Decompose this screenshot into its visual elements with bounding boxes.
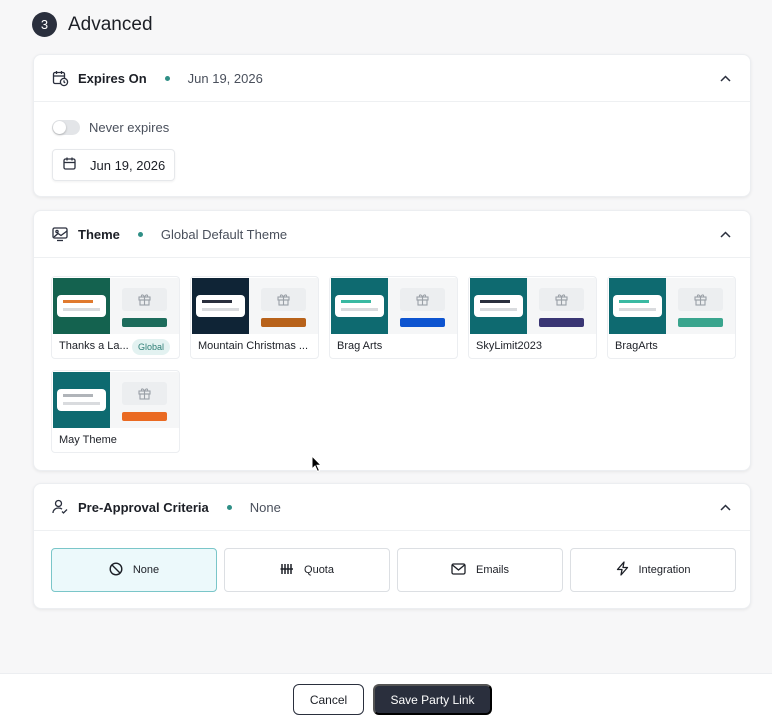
theme-mini-card xyxy=(613,295,662,317)
theme-mini-card xyxy=(57,389,106,411)
theme-background xyxy=(53,372,110,428)
theme-preview-panel xyxy=(527,278,596,334)
ban-icon xyxy=(109,561,123,579)
theme-name: BragArts xyxy=(615,340,658,352)
theme-color-swatch xyxy=(261,318,306,327)
never-expires-label: Never expires xyxy=(89,120,170,135)
chevron-up-icon[interactable] xyxy=(718,71,732,85)
theme-image-icon xyxy=(52,225,70,243)
theme-background xyxy=(609,278,666,334)
status-dot xyxy=(226,504,232,510)
theme-thumbnail xyxy=(192,278,318,334)
user-check-icon xyxy=(52,498,70,516)
theme-preview-panel xyxy=(249,278,318,334)
theme-background xyxy=(53,278,110,334)
never-expires-toggle[interactable] xyxy=(52,120,80,135)
theme-thumbnail xyxy=(331,278,457,334)
theme-option-card[interactable]: BragArts xyxy=(607,276,736,359)
criteria-header[interactable]: Pre-Approval Criteria None xyxy=(34,484,750,531)
theme-mini-card xyxy=(196,295,245,317)
theme-preview-panel xyxy=(666,278,735,334)
theme-name: SkyLimit2023 xyxy=(476,340,543,352)
theme-value: Global Default Theme xyxy=(160,226,288,242)
gift-icon xyxy=(122,288,167,311)
theme-color-swatch xyxy=(539,318,584,327)
expires-title: Expires On xyxy=(78,70,147,86)
status-dot xyxy=(164,75,170,81)
theme-background xyxy=(470,278,527,334)
save-party-link-button[interactable]: Save Party Link xyxy=(373,684,492,715)
expires-card: Expires On Jun 19, 2026 Never expires Ju… xyxy=(33,54,751,197)
theme-preview-panel xyxy=(110,372,179,428)
theme-background xyxy=(192,278,249,334)
theme-name: Thanks a La... xyxy=(59,340,129,352)
theme-background xyxy=(331,278,388,334)
theme-card: Theme Global Default Theme Thanks a La..… xyxy=(33,210,751,471)
theme-option-card[interactable]: Brag Arts xyxy=(329,276,458,359)
calendar-clock-icon xyxy=(52,69,70,87)
theme-option-card[interactable]: May Theme xyxy=(51,370,180,453)
criteria-option-emails[interactable]: Emails xyxy=(397,548,563,592)
theme-mini-card xyxy=(57,295,106,317)
theme-color-swatch xyxy=(678,318,723,327)
theme-name: Mountain Christmas ... xyxy=(198,340,309,352)
criteria-card: Pre-Approval Criteria None None Quota Em… xyxy=(33,483,751,609)
theme-thumbnail xyxy=(53,278,179,334)
criteria-option-label: Emails xyxy=(475,564,509,576)
theme-preview-panel xyxy=(388,278,457,334)
chevron-up-icon[interactable] xyxy=(718,227,732,241)
theme-title: Theme xyxy=(78,226,120,242)
criteria-option-label: Integration xyxy=(638,564,691,576)
mouse-cursor-icon xyxy=(311,454,323,478)
cancel-button[interactable]: Cancel xyxy=(293,684,364,715)
criteria-option-quota[interactable]: Quota xyxy=(224,548,390,592)
gift-icon xyxy=(539,288,584,311)
theme-option-card[interactable]: Thanks a La... Global xyxy=(51,276,180,359)
theme-thumbnail xyxy=(470,278,596,334)
theme-option-card[interactable]: Mountain Christmas ... xyxy=(190,276,319,359)
expiry-date-field[interactable]: Jun 19, 2026 xyxy=(52,149,175,181)
criteria-value: None xyxy=(249,499,281,515)
criteria-option-none[interactable]: None xyxy=(51,548,217,592)
gift-icon xyxy=(678,288,723,311)
gift-icon xyxy=(261,288,306,311)
theme-name: May Theme xyxy=(59,434,117,446)
criteria-option-label: None xyxy=(132,564,160,576)
section-title: Advanced xyxy=(68,13,153,35)
theme-mini-card xyxy=(335,295,384,317)
chevron-up-icon[interactable] xyxy=(718,500,732,514)
theme-header[interactable]: Theme Global Default Theme xyxy=(34,211,750,258)
never-expires-row: Never expires xyxy=(52,120,169,135)
criteria-options: None Quota Emails Integration xyxy=(51,548,736,592)
criteria-option-integration[interactable]: Integration xyxy=(570,548,736,592)
gift-icon xyxy=(400,288,445,311)
theme-option-card[interactable]: SkyLimit2023 xyxy=(468,276,597,359)
theme-name: Brag Arts xyxy=(337,340,383,352)
theme-thumbnail xyxy=(609,278,735,334)
gift-icon xyxy=(122,382,167,405)
criteria-option-label: Quota xyxy=(304,564,334,576)
expiry-date-value: Jun 19, 2026 xyxy=(90,157,166,173)
lightning-icon xyxy=(616,561,629,579)
step-number: 3 xyxy=(32,12,57,37)
theme-mini-card xyxy=(474,295,523,317)
status-dot xyxy=(137,231,143,237)
mail-icon xyxy=(451,562,466,578)
theme-color-swatch xyxy=(122,412,167,421)
section-heading: 3 Advanced xyxy=(32,12,153,37)
theme-thumbnail xyxy=(53,372,179,428)
quota-icon xyxy=(280,562,294,579)
theme-color-swatch xyxy=(122,318,167,327)
expires-header[interactable]: Expires On Jun 19, 2026 xyxy=(34,55,750,102)
calendar-icon xyxy=(63,157,76,173)
expires-value: Jun 19, 2026 xyxy=(187,70,263,86)
theme-preview-panel xyxy=(110,278,179,334)
global-badge: Global xyxy=(132,339,171,355)
criteria-title: Pre-Approval Criteria xyxy=(78,499,209,515)
theme-color-swatch xyxy=(400,318,445,327)
